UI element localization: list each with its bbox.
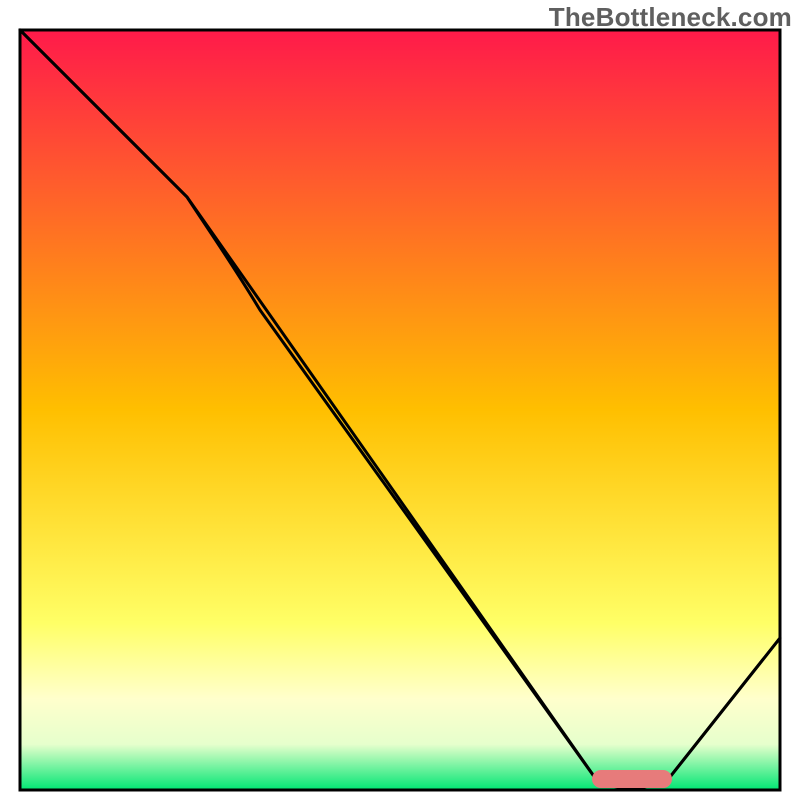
valley-marker: [592, 770, 672, 788]
watermark-text: TheBottleneck.com: [549, 2, 792, 33]
chart-canvas: TheBottleneck.com: [0, 0, 800, 800]
chart-svg: [0, 0, 800, 800]
